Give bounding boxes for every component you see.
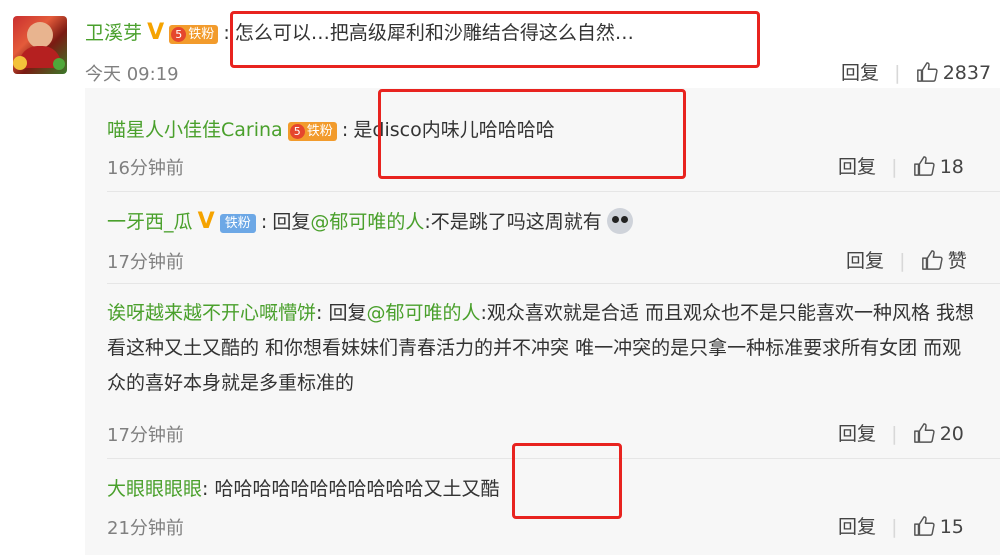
- username[interactable]: 大眼眼眼眼: [107, 478, 202, 500]
- badge-level: 5: [289, 124, 305, 139]
- badge-text: 铁粉: [188, 27, 215, 42]
- emoji-icon: [606, 208, 633, 234]
- mention-link[interactable]: @郁可唯的人: [366, 302, 480, 324]
- reply-button[interactable]: 回复: [838, 516, 876, 538]
- thumbs-up-icon: [921, 250, 943, 270]
- badge-text: 铁粉: [306, 124, 333, 139]
- fan-badge[interactable]: 铁粉: [219, 214, 256, 233]
- reply-button[interactable]: 回复: [838, 423, 876, 445]
- thumbs-up-icon: [913, 516, 935, 536]
- divider: [107, 191, 1000, 192]
- comment-actions: 回复 | 2837: [841, 62, 992, 84]
- fan-badge[interactable]: 5 铁粉: [169, 25, 219, 44]
- username[interactable]: 一牙西_瓜: [107, 211, 193, 233]
- like-count: 20: [939, 423, 964, 445]
- avatar[interactable]: [13, 16, 67, 74]
- badge-level: 5: [171, 27, 187, 42]
- like-label: 赞: [947, 250, 967, 272]
- thumbs-up-icon: [913, 423, 935, 443]
- reply-time: 17分钟前: [107, 252, 184, 273]
- like-button[interactable]: 18: [913, 156, 964, 178]
- mention-link[interactable]: @郁可唯的人: [310, 211, 424, 233]
- like-count: 2837: [942, 62, 992, 84]
- reply-actions: 回复 | 赞: [846, 250, 967, 272]
- username[interactable]: 喵星人小佳佳Carina: [107, 119, 283, 141]
- highlight-box: [512, 443, 622, 519]
- divider: [107, 283, 1000, 284]
- reply-actions: 回复 | 18: [838, 156, 964, 178]
- reply-button[interactable]: 回复: [846, 250, 884, 272]
- reply-line: 一牙西_瓜 V 铁粉 : 回复@郁可唯的人:不是跳了吗这周就有: [107, 207, 633, 234]
- reply-line: 大眼眼眼眼: 哈哈哈哈哈哈哈哈哈哈哈又土又酷: [107, 478, 500, 500]
- reply-button[interactable]: 回复: [838, 156, 876, 178]
- reply-text: :不是跳了吗这周就有: [424, 211, 602, 233]
- username[interactable]: 卫溪芽: [85, 22, 142, 44]
- like-button[interactable]: 15: [913, 516, 964, 538]
- like-button[interactable]: 20: [913, 423, 964, 445]
- thumbs-up-icon: [913, 156, 935, 176]
- like-count: 15: [939, 516, 964, 538]
- reply-prefix: 回复: [328, 302, 367, 324]
- reply-actions: 回复 | 20: [838, 423, 964, 445]
- verified-v-icon: V: [197, 209, 215, 234]
- comment-time: 今天 09:19: [85, 64, 179, 85]
- reply-time: 16分钟前: [107, 158, 184, 179]
- reply-time: 17分钟前: [107, 425, 184, 446]
- like-count: 18: [939, 156, 964, 178]
- username[interactable]: 诶呀越来越不开心嘅懵饼: [107, 302, 316, 324]
- thumbs-up-icon: [916, 62, 938, 82]
- like-button[interactable]: 赞: [921, 250, 967, 272]
- highlight-box: [230, 11, 760, 68]
- highlight-box: [378, 89, 686, 179]
- badge-text: 铁粉: [224, 216, 251, 231]
- reply-prefix: 回复: [272, 211, 311, 233]
- comment-separator: :: [223, 22, 230, 44]
- like-button[interactable]: 2837: [916, 62, 992, 84]
- reply-actions: 回复 | 15: [838, 516, 964, 538]
- reply-time: 21分钟前: [107, 518, 184, 539]
- reply-line: 诶呀越来越不开心嘅懵饼: 回复@郁可唯的人:观众喜欢就是合适 而且观众也不是只能…: [107, 302, 974, 394]
- verified-v-icon: V: [147, 20, 165, 45]
- fan-badge[interactable]: 5 铁粉: [287, 122, 337, 141]
- reply-button[interactable]: 回复: [841, 62, 879, 84]
- reply-text: 哈哈哈哈哈哈哈哈哈哈哈又土又酷: [214, 478, 500, 500]
